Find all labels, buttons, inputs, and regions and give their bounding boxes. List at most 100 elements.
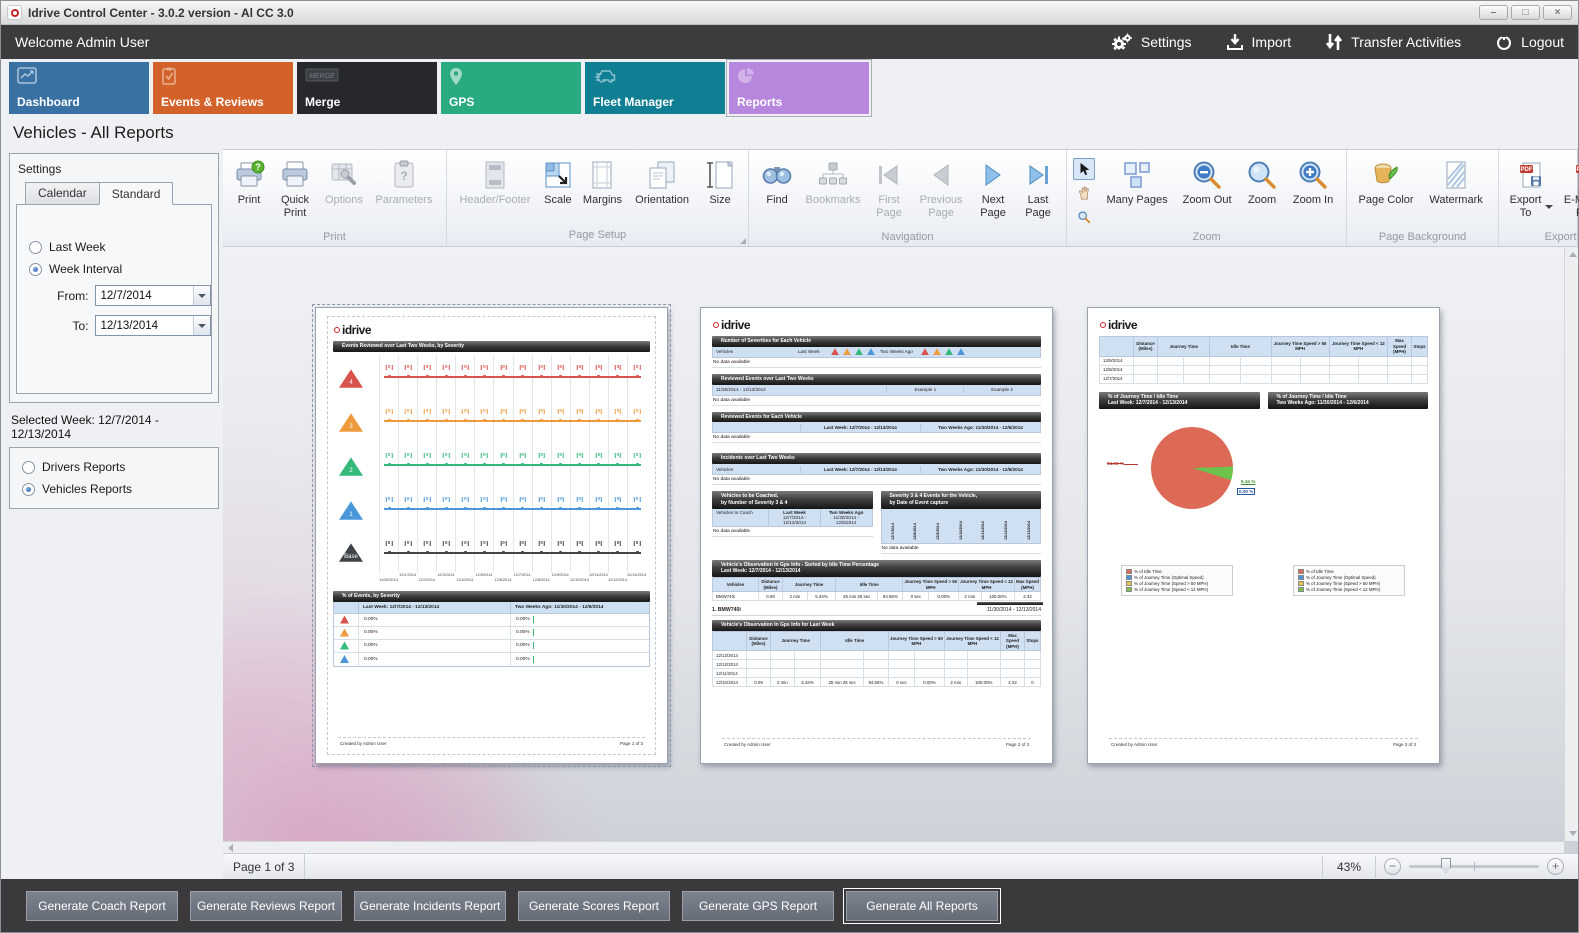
next-page-button[interactable]: Next Page [971, 154, 1015, 231]
chevron-down-icon [1545, 205, 1553, 209]
tab-reports[interactable]: Reports [729, 62, 869, 114]
header-footer-button[interactable]: Header/Footer [453, 154, 537, 229]
print-button[interactable]: ? Print [229, 154, 269, 231]
vertical-scrollbar[interactable] [1564, 247, 1578, 841]
maximize-button[interactable]: □ [1511, 5, 1540, 20]
zoom-decrease-button[interactable]: − [1384, 858, 1401, 875]
group-expand-grip[interactable] [740, 238, 746, 244]
tab-merge[interactable]: MERGE Merge [297, 62, 437, 114]
vehicles-reports-radio[interactable]: Vehicles Reports [22, 482, 218, 496]
first-page-button[interactable]: First Page [867, 154, 911, 231]
to-label: To: [51, 319, 89, 333]
tab-events-reviews[interactable]: Events & Reviews [153, 62, 293, 114]
button-label: Zoom [1248, 194, 1276, 207]
severity-track: 00000000000000 [379, 356, 646, 400]
logo-text: idrive [721, 318, 750, 332]
tab-dashboard[interactable]: Dashboard [9, 62, 149, 114]
section-incidents: Incidents over Last Two Weeks Vehicles L… [712, 453, 1041, 485]
tab-fleet-manager[interactable]: Fleet Manager [585, 62, 725, 114]
margins-button[interactable]: Margins [579, 154, 626, 229]
table-cell [1210, 356, 1241, 365]
svg-text:MERGE: MERGE [309, 73, 335, 80]
table-row: 12/13/2014 [713, 651, 1041, 660]
generate-scores-report-button[interactable]: Generate Scores Report [518, 891, 670, 921]
quick-print-button[interactable]: Quick Print [270, 154, 320, 231]
zoom-in-button[interactable]: Zoom In [1286, 154, 1340, 231]
hand-tool-button[interactable] [1073, 182, 1095, 204]
point-value: 0 [557, 541, 564, 546]
email-as-pdf-button[interactable]: PDF E-Mail As PDF [1558, 154, 1579, 231]
horizontal-scrollbar[interactable] [223, 841, 1564, 853]
scroll-up-icon[interactable] [1569, 252, 1577, 257]
to-date-picker[interactable]: 12/13/2014 [95, 315, 212, 336]
button-label: Next Page [975, 194, 1011, 219]
generate-gps-report-button[interactable]: Generate GPS Report [682, 891, 834, 921]
zoom-out-button[interactable]: Zoom Out [1176, 154, 1238, 231]
zoom-button[interactable]: Zoom [1239, 154, 1285, 231]
drivers-reports-radio[interactable]: Drivers Reports [22, 460, 218, 474]
tab-standard[interactable]: Standard [99, 182, 174, 205]
table-cell [1210, 365, 1241, 374]
zoom-slider[interactable] [1409, 865, 1539, 868]
transfer-activities-button[interactable]: Transfer Activities [1325, 32, 1461, 52]
settings-button[interactable]: Settings [1111, 33, 1192, 51]
bookmarks-button[interactable]: Bookmarks [800, 154, 866, 231]
parameters-button[interactable]: ? Parameters [368, 154, 440, 231]
export-to-button[interactable]: PDF Export To [1505, 154, 1557, 231]
watermark-button[interactable]: Watermark [1420, 154, 1492, 231]
size-button[interactable]: Size [698, 154, 742, 229]
from-date-picker[interactable]: 12/7/2014 [95, 285, 212, 306]
many-pages-button[interactable]: Many Pages [1099, 154, 1175, 231]
section-header: Events Reviewed over Last Two Weeks, by … [333, 341, 650, 352]
logout-button[interactable]: Logout [1495, 33, 1564, 51]
severity-pct-row: 0.00%0.00% [334, 627, 649, 640]
week-interval-radio[interactable]: Week Interval [29, 262, 211, 276]
generate-coach-report-button[interactable]: Generate Coach Report [26, 891, 178, 921]
find-button[interactable]: Find [755, 154, 799, 231]
table-cell: 94.66% [863, 678, 888, 687]
last-page-button[interactable]: Last Page [1016, 154, 1060, 231]
col-vehicles-to-coach: Vehicles to Coach [713, 509, 768, 516]
tab-gps[interactable]: GPS [441, 62, 581, 114]
drivers-reports-label: Drivers Reports [42, 460, 125, 474]
timeline-date: 12/12/2014 [608, 578, 627, 582]
scale-button[interactable]: Scale [538, 154, 578, 229]
no-data-text: No data available [881, 544, 1042, 554]
import-button[interactable]: Import [1226, 33, 1292, 51]
tab-calendar[interactable]: Calendar [25, 182, 100, 205]
radio-icon-selected [29, 263, 42, 276]
scale-icon [542, 159, 574, 191]
previous-page-button[interactable]: Previous Page [912, 154, 970, 231]
dropdown-button[interactable] [193, 316, 210, 335]
scroll-down-icon[interactable] [1569, 831, 1577, 836]
magnifier-tool-button[interactable] [1073, 206, 1095, 228]
options-button[interactable]: Options [321, 154, 367, 231]
dropdown-button[interactable] [193, 286, 210, 305]
generate-incidents-report-button[interactable]: Generate Incidents Report [354, 891, 506, 921]
page-color-button[interactable]: Page Color [1353, 154, 1419, 231]
pct-table-header: Last Week: 12/7/2014 - 12/13/2014 Two We… [334, 602, 649, 614]
zoom-increase-button[interactable]: + [1547, 858, 1564, 875]
ribbon-group-label: Page Background [1347, 231, 1498, 246]
next-page-icon [977, 159, 1009, 191]
severity-triangle: Base [339, 542, 363, 562]
standard-panel: Calendar Standard Last Week Week Interva… [16, 204, 212, 394]
generate-reviews-report-button[interactable]: Generate Reviews Report [190, 891, 342, 921]
pointer-tool-button[interactable] [1073, 158, 1095, 180]
document-preview-area[interactable]: idrive Events Reviewed over Last Two Wee… [223, 247, 1578, 853]
section-header: Vehicle's Observation In Gps Info for La… [712, 620, 1041, 631]
minimize-button[interactable]: – [1479, 5, 1508, 20]
table-cell [794, 669, 821, 678]
pct-value: 0.00% [516, 657, 530, 662]
close-button[interactable]: × [1543, 5, 1572, 20]
orientation-button[interactable]: Orientation [627, 154, 697, 229]
section-header: Vehicles to be Coached,by Number of Seve… [712, 491, 873, 509]
table-cell [1158, 365, 1184, 374]
last-week-radio[interactable]: Last Week [29, 240, 211, 254]
rotated-date-label: 12/10/2014 [956, 511, 966, 541]
severity-pct-row: 0.00%0.00% [334, 614, 649, 627]
severity-icon [340, 616, 349, 624]
scroll-left-icon[interactable] [228, 844, 233, 852]
generate-all-reports-button[interactable]: Generate All Reports [846, 891, 998, 921]
zoom-slider-thumb[interactable] [1441, 858, 1451, 873]
